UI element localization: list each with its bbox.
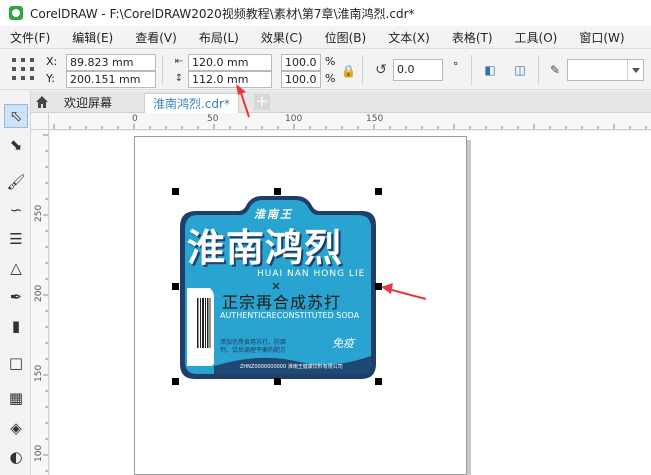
- footer-text: ZHNZ0000000000 淮南王健康饮料有限公司: [240, 364, 343, 370]
- description-line: 添加优质食用苏打、防腐: [220, 339, 287, 346]
- description-line: 剂、饮后调理平衡的配方: [220, 347, 287, 354]
- slogan-text: 正宗再合成苏打: [222, 293, 342, 312]
- brand-small-text: 淮南王: [254, 208, 293, 221]
- brand-title: 淮南鸿烈: [187, 226, 344, 270]
- description-text: 添加优质食用苏打、防腐 剂、饮后调理平衡的配方: [220, 339, 286, 355]
- tag-text: 免疫: [332, 337, 354, 350]
- pinyin-text: HUAI NAN HONG LIE: [257, 269, 366, 279]
- english-text: AUTHENTICRECONSTITUTED SODA: [220, 311, 360, 320]
